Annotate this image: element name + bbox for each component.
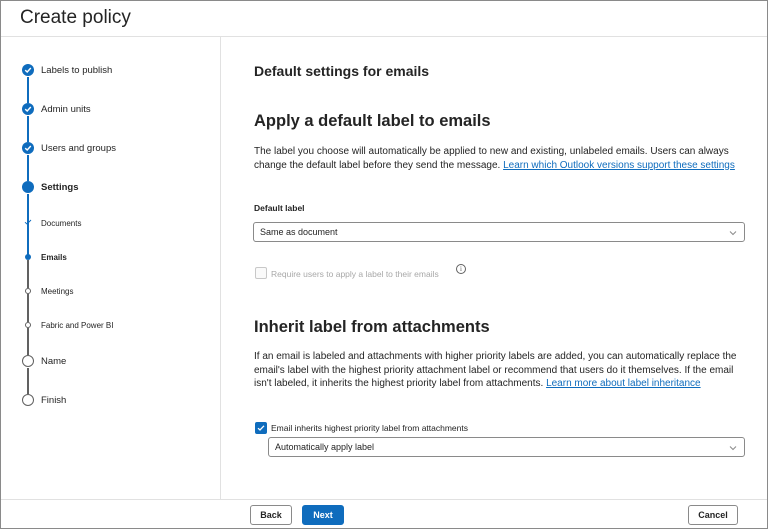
step-admin-units[interactable]: Admin units	[0, 99, 220, 119]
completed-check-icon	[22, 103, 34, 115]
page-title: Create policy	[20, 7, 131, 28]
chevron-down-icon	[729, 231, 737, 236]
dropdown-value: Automatically apply label	[275, 442, 375, 452]
pending-substep-icon	[25, 322, 31, 328]
completed-check-icon	[22, 64, 34, 76]
page-heading: Default settings for emails	[254, 63, 430, 79]
dropdown-value: Same as document	[260, 227, 338, 237]
label-inheritance-link[interactable]: Learn more about label inheritance	[546, 378, 701, 389]
step-labels-to-publish[interactable]: Labels to publish	[0, 60, 220, 80]
current-substep-icon	[25, 254, 31, 260]
inherit-label-description: If an email is labeled and attachments w…	[254, 350, 746, 391]
substep-fabric-power-bi[interactable]: Fabric and Power BI	[0, 315, 220, 335]
completed-check-icon	[22, 142, 34, 154]
step-label: Name	[41, 356, 67, 367]
back-button[interactable]: Back	[250, 505, 292, 525]
outlook-versions-link[interactable]: Learn which Outlook versions support the…	[503, 160, 735, 171]
step-label: Finish	[41, 395, 67, 406]
info-icon[interactable]: i	[456, 264, 466, 274]
default-label-dropdown[interactable]: Same as document	[253, 222, 745, 242]
section-heading-default-label: Apply a default label to emails	[254, 112, 491, 130]
inherit-label-checkbox[interactable]	[255, 422, 267, 434]
checkmark-icon	[257, 425, 265, 431]
inherit-mode-dropdown[interactable]: Automatically apply label	[268, 437, 745, 457]
footer-divider	[1, 499, 767, 500]
step-finish[interactable]: Finish	[0, 390, 220, 410]
cancel-button[interactable]: Cancel	[688, 505, 738, 525]
section-heading-inherit-label: Inherit label from attachments	[254, 318, 490, 336]
require-label-checkbox-label: Require users to apply a label to their …	[271, 269, 439, 279]
step-label: Admin units	[41, 104, 91, 115]
step-users-and-groups[interactable]: Users and groups	[0, 138, 220, 158]
default-label-description: The label you choose will automatically …	[254, 145, 746, 172]
step-label: Meetings	[41, 287, 74, 296]
step-label: Labels to publish	[41, 65, 113, 76]
chevron-down-icon	[729, 446, 737, 451]
pending-step-icon	[22, 394, 34, 406]
require-label-checkbox[interactable]	[255, 267, 267, 279]
step-label: Fabric and Power BI	[41, 321, 114, 330]
pending-step-icon	[22, 355, 34, 367]
substep-documents[interactable]: Documents	[0, 213, 220, 233]
step-label: Documents	[41, 219, 82, 228]
default-label-field-label: Default label	[254, 203, 305, 213]
substep-emails[interactable]: Emails	[0, 247, 220, 267]
step-name[interactable]: Name	[0, 351, 220, 371]
next-button[interactable]: Next	[302, 505, 344, 525]
step-label: Settings	[41, 182, 79, 193]
step-settings[interactable]: Settings	[0, 177, 220, 197]
step-label: Emails	[41, 253, 67, 262]
pending-substep-icon	[25, 288, 31, 294]
check-icon	[24, 219, 32, 225]
current-step-icon	[22, 181, 34, 193]
inherit-label-checkbox-label: Email inherits highest priority label fr…	[271, 423, 468, 433]
step-label: Users and groups	[41, 143, 116, 154]
substep-meetings[interactable]: Meetings	[0, 281, 220, 301]
